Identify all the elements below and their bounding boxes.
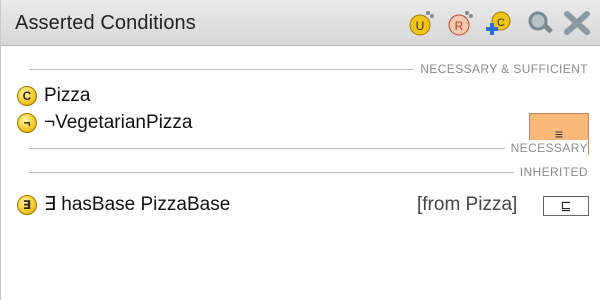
condition-text: ∃ hasBase PizzaBase — [44, 194, 231, 215]
necessary-sufficient-header: NECESSARY & SUFFICIENT — [29, 61, 588, 77]
section-divider — [29, 172, 588, 173]
add-named-class-icon[interactable]: C — [483, 8, 515, 38]
necessary-header: NECESSARY — [29, 140, 588, 156]
section-label: INHERITED — [513, 164, 588, 180]
panel-title: Asserted Conditions — [15, 12, 196, 34]
existential-badge-icon: ∃ — [17, 195, 37, 215]
asserted-conditions-panel: Asserted Conditions U R C NECESSARY & SU… — [0, 0, 600, 300]
panel-header: Asserted Conditions U R C — [1, 0, 600, 46]
delete-condition-icon[interactable] — [561, 8, 593, 38]
section-label: NECESSARY & SUFFICIENT — [414, 61, 588, 77]
svg-text:R: R — [455, 19, 464, 33]
condition-text: Pizza — [44, 85, 91, 106]
class-badge-icon: C — [17, 86, 37, 106]
inherited-source-label: [from Pizza] — [417, 194, 518, 215]
inherited-header: INHERITED — [29, 164, 588, 180]
create-restriction-icon[interactable]: R — [445, 8, 477, 38]
find-usage-icon[interactable] — [524, 8, 556, 38]
svg-text:C: C — [497, 17, 505, 29]
negation-badge-icon: ¬ — [17, 113, 37, 133]
condition-text: ¬VegetarianPizza — [44, 112, 193, 133]
section-label: NECESSARY — [504, 140, 588, 156]
svg-text:U: U — [416, 19, 425, 33]
subclass-button[interactable]: ⊑ — [543, 196, 589, 216]
create-condition-icon[interactable]: U — [406, 8, 438, 38]
